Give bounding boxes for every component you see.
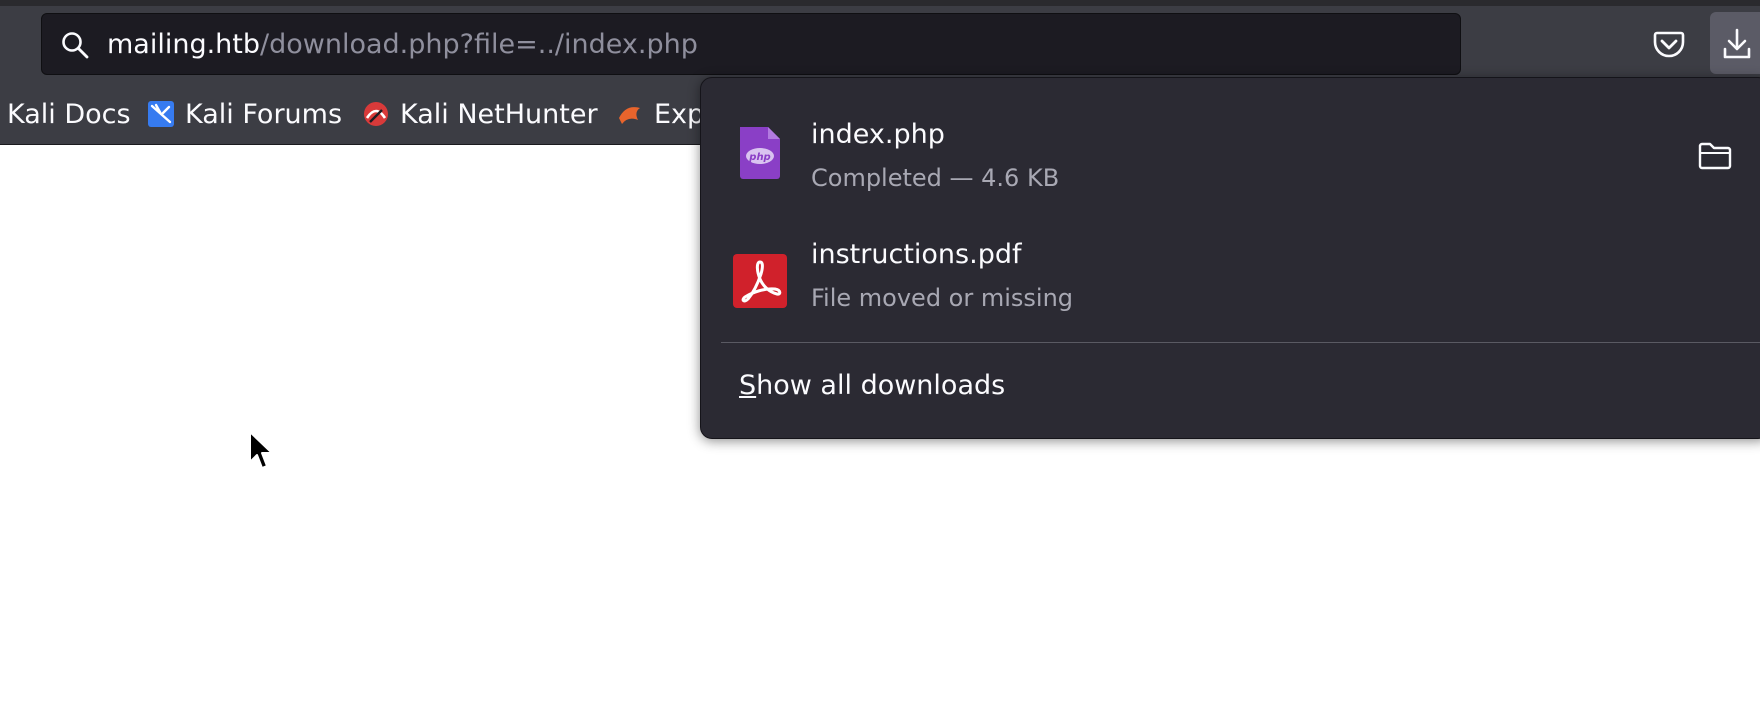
pdf-file-icon [731, 252, 789, 310]
browser-toolbar: mailing.htb/download.php?file=../index.p… [0, 0, 1760, 83]
search-icon [60, 30, 90, 60]
svg-text:php: php [748, 152, 770, 163]
download-status: File moved or missing [811, 284, 1074, 312]
downloads-panel: php index.php Completed — 4.6 KB instruc… [700, 77, 1760, 439]
show-all-label: how all downloads [756, 370, 1006, 401]
url-domain: mailing.htb [107, 29, 261, 60]
download-arrow-icon [1723, 28, 1751, 59]
bookmark-kali-forums[interactable]: Kali Forums [147, 96, 342, 132]
kali-dragon-icon [147, 100, 175, 128]
panel-divider [721, 342, 1760, 343]
download-filename: index.php [811, 119, 945, 150]
download-filename: instructions.pdf [811, 239, 1022, 270]
url-text[interactable]: mailing.htb/download.php?file=../index.p… [107, 28, 698, 62]
downloads-button[interactable] [1710, 12, 1760, 74]
url-path: /download.php?file=../index.php [260, 29, 698, 60]
folder-icon[interactable] [1697, 140, 1733, 172]
exploitdb-icon [616, 100, 644, 128]
bookmark-label: Kali Forums [185, 98, 343, 130]
php-file-icon: php [731, 124, 789, 182]
show-all-downloads-button[interactable]: Show all downloads [739, 370, 1005, 401]
nethunter-icon [362, 100, 390, 128]
bookmark-label: Kali NetHunter [400, 98, 598, 130]
bookmark-kali-nethunter[interactable]: Kali NetHunter [362, 96, 598, 132]
pocket-icon[interactable] [1650, 24, 1688, 62]
window-top-edge [0, 0, 1760, 6]
bookmark-kali-docs[interactable]: Kali Docs [7, 96, 131, 132]
address-bar[interactable]: mailing.htb/download.php?file=../index.p… [41, 13, 1461, 75]
download-item-instructions-pdf[interactable]: instructions.pdf File moved or missing [701, 214, 1760, 334]
download-status: Completed — 4.6 KB [811, 164, 1060, 192]
accesskey-letter: S [739, 370, 757, 401]
bookmark-exploit-db[interactable]: Exp [616, 96, 704, 132]
mouse-cursor-icon [248, 430, 276, 472]
download-item-index-php[interactable]: php index.php Completed — 4.6 KB [701, 86, 1760, 206]
bookmark-label: Kali Docs [7, 98, 131, 130]
bookmark-label: Exp [654, 98, 705, 130]
